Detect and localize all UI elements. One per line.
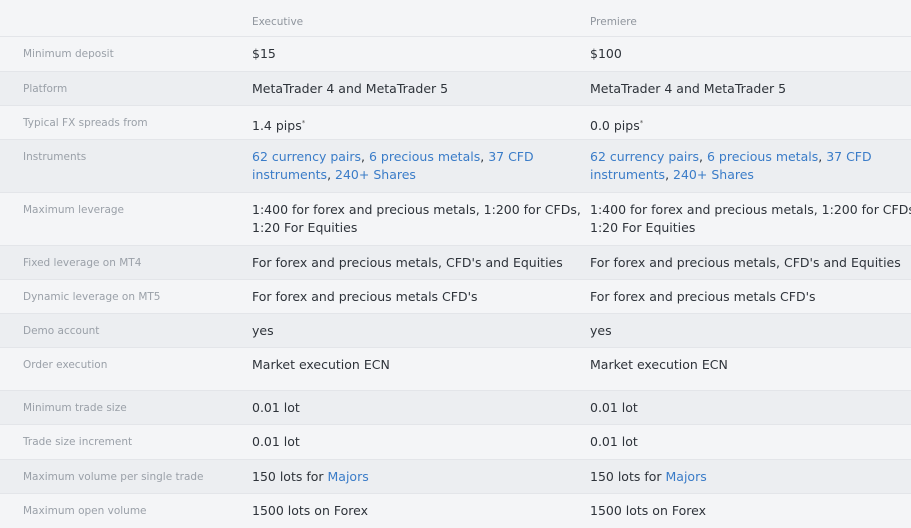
row-label: Demo account [23, 325, 100, 337]
premiere-value: 1:400 for forex and precious metals, 1:2… [590, 193, 911, 237]
premiere-value: Market execution ECN [590, 357, 728, 372]
table-row-max-open-volume: Maximum open volume 1500 lots on Forex 1… [0, 493, 911, 528]
premiere-value: For forex and precious metals CFD's [590, 289, 816, 304]
leverage-line-2: 1:20 For Equities [590, 220, 696, 235]
row-label: Maximum open volume [23, 505, 147, 517]
link-precious-metals[interactable]: 6 precious metals [707, 149, 818, 164]
premiere-value: 62 currency pairs, 6 precious metals, 37… [590, 140, 908, 184]
premiere-value: yes [590, 323, 612, 338]
executive-value: 62 currency pairs, 6 precious metals, 37… [252, 140, 582, 184]
table-row-minimum-trade-size: Minimum trade size 0.01 lot 0.01 lot [0, 390, 911, 424]
executive-value: 0.01 lot [252, 434, 300, 449]
premiere-value: MetaTrader 4 and MetaTrader 5 [590, 81, 787, 96]
link-majors[interactable]: Majors [666, 469, 707, 484]
premiere-value: $100 [590, 46, 622, 61]
executive-value: yes [252, 323, 274, 338]
leverage-line-2: 1:20 For Equities [252, 220, 358, 235]
table-row-instruments: Instruments 62 currency pairs, 6 preciou… [0, 139, 911, 192]
row-label: Instruments [23, 151, 87, 163]
executive-value: 1.4 pips* [252, 106, 582, 135]
row-label: Order execution [23, 359, 108, 371]
leverage-line-1: 1:400 for forex and precious metals, 1:2… [252, 202, 581, 217]
column-header-executive: Executive [252, 16, 304, 28]
separator: , [327, 167, 336, 182]
link-currency-pairs[interactable]: 62 currency pairs [590, 149, 699, 164]
executive-value: $15 [252, 46, 276, 61]
row-label: Maximum volume per single trade [23, 471, 204, 483]
row-label: Minimum deposit [23, 48, 114, 60]
separator: , [699, 149, 707, 164]
table-row-order-execution: Order execution Market execution ECN Mar… [0, 347, 911, 390]
executive-value: For forex and precious metals, CFD's and… [252, 255, 563, 270]
account-comparison-table: Executive Premiere Minimum deposit $15 $… [0, 0, 911, 528]
row-label: Typical FX spreads from [23, 117, 148, 129]
link-shares[interactable]: 240+ Shares [335, 167, 416, 182]
row-label: Maximum leverage [23, 204, 125, 216]
executive-value: Market execution ECN [252, 357, 390, 372]
row-label: Fixed leverage on MT4 [23, 257, 142, 269]
premiere-value: 0.01 lot [590, 400, 638, 415]
table-row-fx-spreads: Typical FX spreads from 1.4 pips* 0.0 pi… [0, 105, 911, 139]
row-label: Platform [23, 83, 68, 95]
value-text: 150 lots for [590, 469, 662, 484]
executive-value: For forex and precious metals CFD's [252, 289, 478, 304]
premiere-value: 1500 lots on Forex [590, 503, 706, 518]
premiere-value: 150 lots for Majors [590, 460, 908, 486]
footnote-marker: * [639, 119, 644, 127]
table-row-dynamic-leverage: Dynamic leverage on MT5 For forex and pr… [0, 279, 911, 313]
row-label: Dynamic leverage on MT5 [23, 291, 161, 303]
table-row-trade-size-increment: Trade size increment 0.01 lot 0.01 lot [0, 424, 911, 459]
table-row-minimum-deposit: Minimum deposit $15 $100 [0, 36, 911, 71]
value-text: 1.4 pips [252, 118, 302, 133]
column-header-premiere: Premiere [590, 16, 637, 28]
table-header: Executive Premiere [0, 0, 911, 36]
premiere-value: 0.0 pips* [590, 106, 908, 135]
table-row-demo-account: Demo account yes yes [0, 313, 911, 347]
link-currency-pairs[interactable]: 62 currency pairs [252, 149, 361, 164]
footnote-marker: * [301, 119, 306, 127]
separator: , [480, 149, 489, 164]
separator: , [361, 149, 369, 164]
link-precious-metals[interactable]: 6 precious metals [369, 149, 480, 164]
table-row-fixed-leverage: Fixed leverage on MT4 For forex and prec… [0, 245, 911, 279]
leverage-line-1: 1:400 for forex and precious metals, 1:2… [590, 202, 911, 217]
link-shares[interactable]: 240+ Shares [673, 167, 754, 182]
executive-value: 1500 lots on Forex [252, 503, 368, 518]
value-text: 150 lots for [252, 469, 324, 484]
separator: , [818, 149, 827, 164]
link-majors[interactable]: Majors [328, 469, 369, 484]
executive-value: 150 lots for Majors [252, 460, 582, 486]
row-label: Minimum trade size [23, 402, 127, 414]
value-text: 0.0 pips [590, 118, 640, 133]
executive-value: 0.01 lot [252, 400, 300, 415]
table-row-platform: Platform MetaTrader 4 and MetaTrader 5 M… [0, 71, 911, 105]
executive-value: 1:400 for forex and precious metals, 1:2… [252, 193, 582, 237]
executive-value: MetaTrader 4 and MetaTrader 5 [252, 81, 449, 96]
premiere-value: 0.01 lot [590, 434, 638, 449]
separator: , [665, 167, 674, 182]
row-label: Trade size increment [23, 436, 133, 448]
table-row-max-volume-single-trade: Maximum volume per single trade 150 lots… [0, 459, 911, 493]
premiere-value: For forex and precious metals, CFD's and… [590, 255, 901, 270]
table-row-maximum-leverage: Maximum leverage 1:400 for forex and pre… [0, 192, 911, 245]
